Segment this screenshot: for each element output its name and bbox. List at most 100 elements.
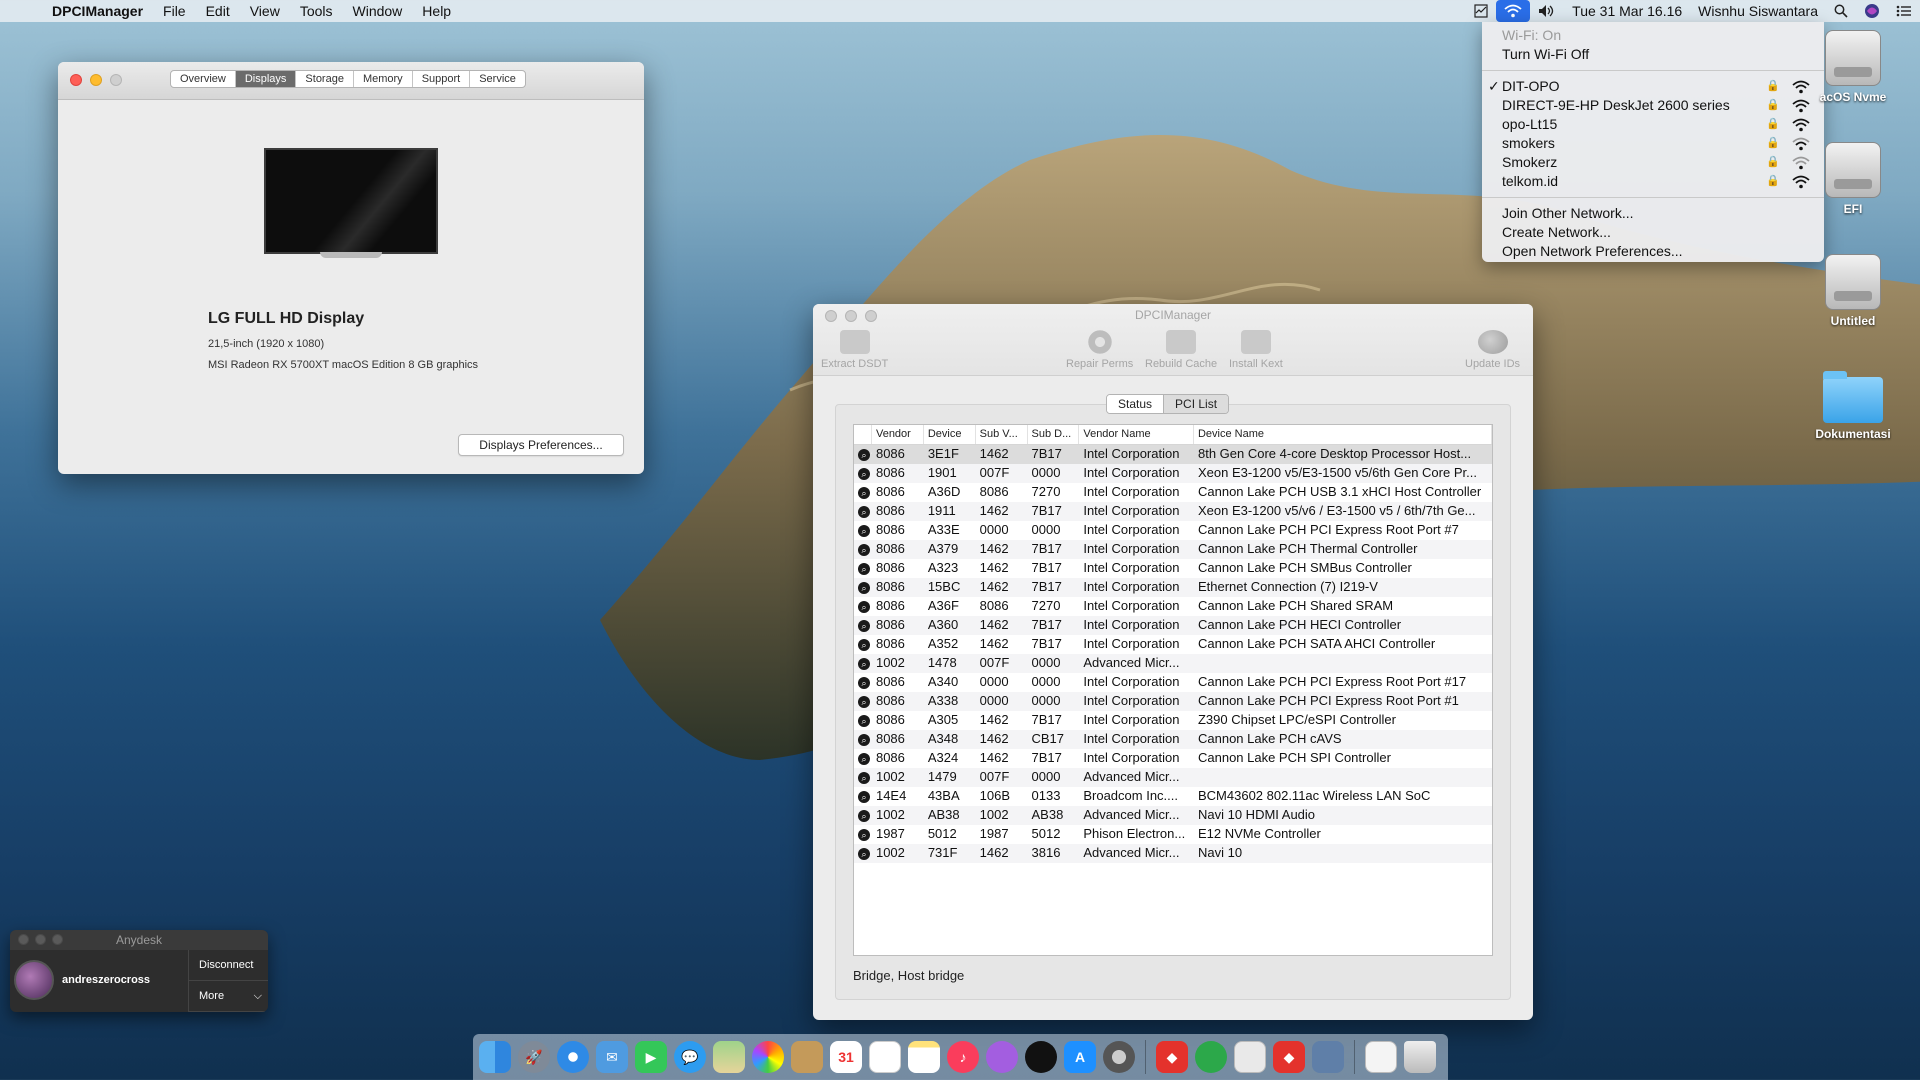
table-row[interactable]: ⌕ 1002 1479 007F 0000 Advanced Micr... xyxy=(854,768,1492,787)
inspect-icon[interactable]: ⌕ xyxy=(854,483,872,502)
volume-icon[interactable] xyxy=(1530,0,1564,22)
table-row[interactable]: ⌕ 8086 A323 1462 7B17 Intel Corporation Cannon… xyxy=(854,559,1492,578)
inspect-icon[interactable]: ⌕ xyxy=(854,540,872,559)
inspect-icon[interactable]: ⌕ xyxy=(854,559,872,578)
column-header[interactable]: Vendor Name xyxy=(1079,425,1194,444)
more-button[interactable]: More ⌵ xyxy=(189,981,268,1012)
photos-icon[interactable] xyxy=(752,1041,784,1073)
table-row[interactable]: ⌕ 1002 1478 007F 0000 Advanced Micr... xyxy=(854,654,1492,673)
notification-center-icon[interactable] xyxy=(1888,0,1920,22)
calendar-icon[interactable]: 31 xyxy=(830,1041,862,1073)
music-icon[interactable]: ♪ xyxy=(947,1041,979,1073)
inspect-icon[interactable]: ⌕ xyxy=(854,730,872,749)
network-item[interactable]: smokers 🔒 xyxy=(1482,134,1824,153)
menu-app-name[interactable]: DPCIManager xyxy=(40,3,153,19)
tab-status[interactable]: Status xyxy=(1107,395,1164,413)
close-button[interactable] xyxy=(70,74,82,86)
anydesk-secondary-icon[interactable]: ◆ xyxy=(1273,1041,1305,1073)
inspect-icon[interactable]: ⌕ xyxy=(854,692,872,711)
menu-window[interactable]: Window xyxy=(343,3,413,19)
inspect-icon[interactable]: ⌕ xyxy=(854,521,872,540)
tab-memory[interactable]: Memory xyxy=(354,71,413,87)
inspect-icon[interactable]: ⌕ xyxy=(854,825,872,844)
table-row[interactable]: ⌕ 1987 5012 1987 5012 Phison Electron... E12 N… xyxy=(854,825,1492,844)
spotlight-search-icon[interactable] xyxy=(1826,0,1856,22)
displays-preferences-button[interactable]: Displays Preferences... xyxy=(458,434,624,456)
facetime-icon[interactable]: ▶ xyxy=(635,1041,667,1073)
column-header[interactable]: Sub D... xyxy=(1028,425,1080,444)
table-row[interactable]: ⌕ 1002 AB38 1002 AB38 Advanced Micr... Navi 10… xyxy=(854,806,1492,825)
column-header[interactable]: Device Name xyxy=(1194,425,1492,444)
table-row[interactable]: ⌕ 8086 A338 0000 0000 Intel Corporation Cannon… xyxy=(854,692,1492,711)
network-item[interactable]: Smokerz 🔒 xyxy=(1482,153,1824,172)
tab-pci-list[interactable]: PCI List xyxy=(1163,395,1229,413)
table-row[interactable]: ⌕ 8086 A36D 8086 7270 Intel Corporation Cannon… xyxy=(854,483,1492,502)
menu-view[interactable]: View xyxy=(240,3,290,19)
inspect-icon[interactable]: ⌕ xyxy=(854,749,872,768)
menu-tools[interactable]: Tools xyxy=(290,3,343,19)
column-header[interactable]: Sub V... xyxy=(976,425,1028,444)
menu-edit[interactable]: Edit xyxy=(196,3,240,19)
menu-file[interactable]: File xyxy=(153,3,196,19)
zoom-button[interactable] xyxy=(52,934,63,945)
network-item[interactable]: DIRECT-9E-HP DeskJet 2600 series 🔒 xyxy=(1482,96,1824,115)
desktop-icon-efi[interactable]: EFI xyxy=(1798,142,1908,216)
install-kext-button[interactable]: Install Kext xyxy=(1229,330,1283,370)
script-editor-icon[interactable] xyxy=(1234,1041,1266,1073)
apple-tv-icon[interactable] xyxy=(1025,1041,1057,1073)
tab-support[interactable]: Support xyxy=(413,71,471,87)
extract-dsdt-button[interactable]: Extract DSDT xyxy=(821,330,888,370)
network-item[interactable]: telkom.id 🔒 xyxy=(1482,172,1824,191)
zoom-button[interactable] xyxy=(110,74,122,86)
notes-icon[interactable] xyxy=(908,1041,940,1073)
table-row[interactable]: ⌕ 8086 A324 1462 7B17 Intel Corporation Cannon… xyxy=(854,749,1492,768)
trash-icon[interactable] xyxy=(1404,1041,1436,1073)
rebuild-cache-button[interactable]: Rebuild Cache xyxy=(1145,330,1217,370)
column-header[interactable]: Device xyxy=(924,425,976,444)
maps-icon[interactable] xyxy=(713,1041,745,1073)
inspect-icon[interactable]: ⌕ xyxy=(854,464,872,483)
tab-service[interactable]: Service xyxy=(470,71,525,87)
inspect-icon[interactable]: ⌕ xyxy=(854,787,872,806)
user-menu[interactable]: Wisnhu Siswantara xyxy=(1690,0,1826,22)
finder-icon[interactable] xyxy=(479,1041,511,1073)
minimize-button[interactable] xyxy=(35,934,46,945)
podcasts-icon[interactable] xyxy=(986,1041,1018,1073)
clock[interactable]: Tue 31 Mar 16.16 xyxy=(1564,0,1690,22)
table-row[interactable]: ⌕ 8086 1911 1462 7B17 Intel Corporation Xeon E… xyxy=(854,502,1492,521)
safari-icon[interactable] xyxy=(557,1041,589,1073)
inspect-icon[interactable]: ⌕ xyxy=(854,597,872,616)
tab-storage[interactable]: Storage xyxy=(296,71,354,87)
siri-icon[interactable] xyxy=(1856,0,1888,22)
activity-monitor-icon[interactable] xyxy=(1466,0,1496,22)
join-other-network-item[interactable]: Join Other Network... xyxy=(1482,204,1824,223)
network-utility-icon[interactable] xyxy=(1312,1041,1344,1073)
create-network-item[interactable]: Create Network... xyxy=(1482,223,1824,242)
table-row[interactable]: ⌕ 8086 A36F 8086 7270 Intel Corporation Cannon… xyxy=(854,597,1492,616)
table-row[interactable]: ⌕ 8086 A360 1462 7B17 Intel Corporation Cannon… xyxy=(854,616,1492,635)
menu-help[interactable]: Help xyxy=(412,3,461,19)
inspect-icon[interactable]: ⌕ xyxy=(854,445,872,464)
column-header[interactable]: Vendor xyxy=(872,425,924,444)
update-ids-button[interactable]: Update IDs xyxy=(1465,330,1520,370)
globe-app-icon[interactable] xyxy=(1195,1041,1227,1073)
reminders-icon[interactable] xyxy=(869,1041,901,1073)
open-network-preferences-item[interactable]: Open Network Preferences... xyxy=(1482,242,1824,261)
table-row[interactable]: ⌕ 8086 A352 1462 7B17 Intel Corporation Cannon… xyxy=(854,635,1492,654)
inspect-icon[interactable]: ⌕ xyxy=(854,768,872,787)
inspect-icon[interactable]: ⌕ xyxy=(854,806,872,825)
desktop-icon-dokumentasi[interactable]: Dokumentasi xyxy=(1798,371,1908,441)
table-row[interactable]: ⌕ 8086 A379 1462 7B17 Intel Corporation Cannon… xyxy=(854,540,1492,559)
contacts-icon[interactable] xyxy=(791,1041,823,1073)
disconnect-button[interactable]: Disconnect xyxy=(189,950,268,981)
wifi-status-icon[interactable] xyxy=(1496,0,1531,22)
inspect-icon[interactable]: ⌕ xyxy=(854,578,872,597)
turn-wifi-off-item[interactable]: Turn Wi-Fi Off xyxy=(1482,45,1824,64)
table-row[interactable]: ⌕ 8086 3E1F 1462 7B17 Intel Corporation 8th Ge… xyxy=(854,445,1492,464)
inspect-icon[interactable]: ⌕ xyxy=(854,635,872,654)
table-row[interactable]: ⌕ 8086 A305 1462 7B17 Intel Corporation Z390 C… xyxy=(854,711,1492,730)
table-row[interactable]: ⌕ 8086 A340 0000 0000 Intel Corporation Cannon… xyxy=(854,673,1492,692)
table-row[interactable]: ⌕ 8086 15BC 1462 7B17 Intel Corporation Ethern… xyxy=(854,578,1492,597)
system-preferences-icon[interactable] xyxy=(1103,1041,1135,1073)
table-row[interactable]: ⌕ 8086 A348 1462 CB17 Intel Corporation Cannon… xyxy=(854,730,1492,749)
